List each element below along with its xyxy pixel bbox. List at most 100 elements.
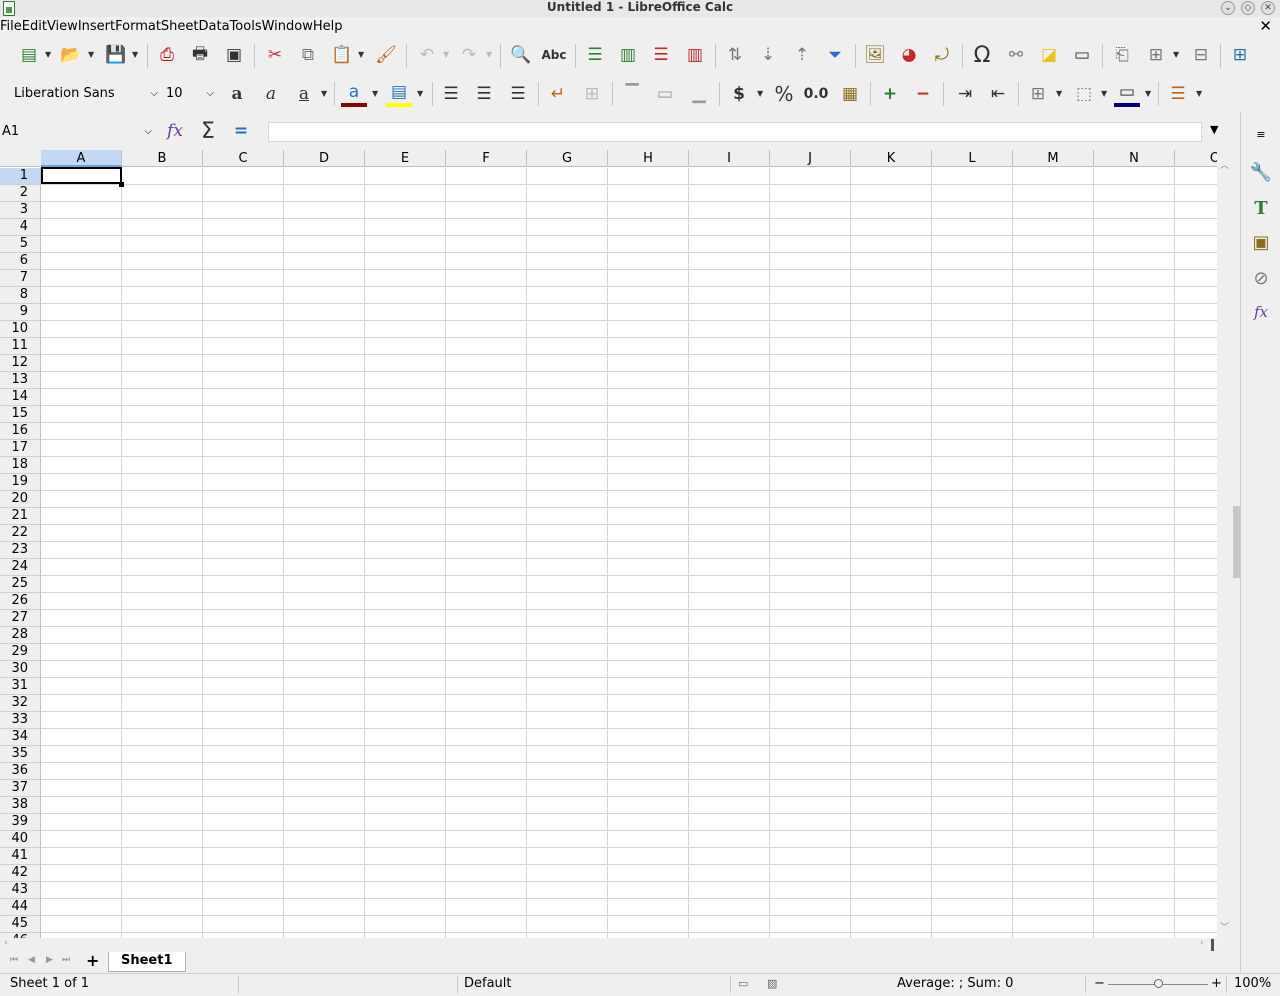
column-header-m[interactable]: M — [1013, 150, 1094, 167]
next-sheet-icon[interactable]: ▶ — [46, 955, 53, 965]
align-right-icon[interactable]: ☰ — [505, 81, 531, 107]
row-header-42[interactable]: 42 — [0, 865, 40, 882]
cut-icon[interactable]: ✂ — [262, 42, 288, 68]
open-icon[interactable]: 📂 — [58, 42, 84, 68]
row-header-31[interactable]: 31 — [0, 678, 40, 695]
row-header-45[interactable]: 45 — [0, 916, 40, 933]
percent-format-icon[interactable]: % — [771, 81, 797, 107]
row-header-27[interactable]: 27 — [0, 610, 40, 627]
row-header-3[interactable]: 3 — [0, 202, 40, 219]
row-header-18[interactable]: 18 — [0, 457, 40, 474]
font-color-icon[interactable]: a — [341, 81, 367, 107]
save-icon[interactable]: 💾 — [103, 42, 129, 68]
previous-sheet-icon[interactable]: ◀ — [28, 955, 35, 965]
border-style-icon[interactable]: ⬚ — [1071, 81, 1097, 107]
close-window-icon[interactable]: ✕ — [1261, 1, 1275, 15]
minimize-icon[interactable]: ⌄ — [1221, 1, 1235, 15]
row-header-20[interactable]: 20 — [0, 491, 40, 508]
menu-window[interactable]: Window — [262, 17, 313, 36]
row-header-32[interactable]: 32 — [0, 695, 40, 712]
row-header-11[interactable]: 11 — [0, 338, 40, 355]
bold-icon[interactable]: a — [224, 81, 250, 107]
border-style-dropdown-icon[interactable]: ▼ — [1101, 81, 1109, 107]
conditional-dropdown-icon[interactable]: ▼ — [1196, 81, 1204, 107]
currency-dropdown-icon[interactable]: ▼ — [757, 81, 765, 107]
hyperlink-icon[interactable]: ⚯ — [1003, 42, 1029, 68]
row-header-40[interactable]: 40 — [0, 831, 40, 848]
expand-formula-bar-icon[interactable]: ▼ — [1210, 123, 1218, 136]
clone-formatting-icon[interactable]: 🖌 — [373, 42, 399, 68]
number-format-icon[interactable]: 0.0 — [803, 81, 829, 107]
last-sheet-icon[interactable]: ⏭ — [62, 955, 70, 965]
zoom-slider-thumb[interactable] — [1154, 979, 1163, 988]
scroll-left-icon[interactable]: ‹ — [4, 938, 8, 948]
increase-indent-icon[interactable]: ⇥ — [952, 81, 978, 107]
column-header-n[interactable]: N — [1094, 150, 1175, 167]
row-header-13[interactable]: 13 — [0, 372, 40, 389]
menu-tools[interactable]: Tools — [230, 17, 262, 36]
row-header-29[interactable]: 29 — [0, 644, 40, 661]
sidebar-collapse-handle[interactable] — [1233, 506, 1240, 578]
menu-file[interactable]: File — [0, 17, 22, 36]
font-color-dropdown-icon[interactable]: ▼ — [372, 81, 380, 107]
row-header-8[interactable]: 8 — [0, 287, 40, 304]
column-header-g[interactable]: G — [527, 150, 608, 167]
paste-dropdown-icon[interactable]: ▼ — [358, 42, 366, 68]
font-size-box[interactable]: 10 ⌵ — [162, 81, 216, 106]
copy-icon[interactable]: ⧉ — [295, 42, 321, 68]
decrease-indent-icon[interactable]: ⇤ — [985, 81, 1011, 107]
gallery-icon[interactable]: ▣ — [1249, 230, 1273, 254]
underline-icon[interactable]: a — [291, 81, 317, 107]
column-header-h[interactable]: H — [608, 150, 689, 167]
print-preview-icon[interactable]: ▣ — [221, 42, 247, 68]
formula-icon[interactable]: = — [228, 118, 254, 144]
freeze-dropdown-icon[interactable]: ▼ — [1173, 42, 1181, 68]
wrap-text-icon[interactable]: ↵ — [545, 81, 571, 107]
row-header-5[interactable]: 5 — [0, 236, 40, 253]
row-header-34[interactable]: 34 — [0, 729, 40, 746]
cell-area[interactable] — [41, 168, 1217, 938]
row-header-6[interactable]: 6 — [0, 253, 40, 270]
row-header-9[interactable]: 9 — [0, 304, 40, 321]
align-center-icon[interactable]: ☰ — [471, 81, 497, 107]
row-header-36[interactable]: 36 — [0, 763, 40, 780]
add-decimal-icon[interactable]: + — [877, 81, 903, 107]
menu-view[interactable]: View — [47, 17, 78, 36]
redo-dropdown-icon[interactable]: ▼ — [486, 42, 494, 68]
scroll-up-icon[interactable]: ︿ — [1220, 158, 1229, 171]
align-left-icon[interactable]: ☰ — [438, 81, 464, 107]
column-header-b[interactable]: B — [122, 150, 203, 167]
redo-icon[interactable]: ↷ — [456, 42, 482, 68]
column-header-f[interactable]: F — [446, 150, 527, 167]
row-header-1[interactable]: 1 — [0, 168, 40, 185]
conditional-format-icon[interactable]: ☰ — [1165, 81, 1191, 107]
row-header-26[interactable]: 26 — [0, 593, 40, 610]
row-header-41[interactable]: 41 — [0, 848, 40, 865]
menu-insert[interactable]: Insert — [78, 17, 115, 36]
styles-icon[interactable]: T — [1249, 196, 1273, 220]
row-header-24[interactable]: 24 — [0, 559, 40, 576]
background-color-icon[interactable]: ▤ — [386, 81, 412, 107]
autofilter-icon[interactable]: ⏷ — [822, 42, 848, 68]
selection-mode-icon[interactable]: ▭ — [738, 974, 748, 994]
row-header-16[interactable]: 16 — [0, 423, 40, 440]
row-header-43[interactable]: 43 — [0, 882, 40, 899]
function-wizard-icon[interactable]: fx — [162, 118, 188, 144]
underline-dropdown-icon[interactable]: ▼ — [321, 81, 329, 107]
properties-icon[interactable]: 🔧 — [1249, 160, 1273, 184]
first-sheet-icon[interactable]: ⏮ — [10, 955, 18, 965]
undo-dropdown-icon[interactable]: ▼ — [443, 42, 451, 68]
paste-icon[interactable]: 📋 — [329, 42, 355, 68]
borders-icon[interactable]: ⊞ — [1025, 81, 1051, 107]
center-vertically-icon[interactable]: ▭ — [652, 81, 678, 107]
background-color-dropdown-icon[interactable]: ▼ — [417, 81, 425, 107]
sort-ascending-icon[interactable]: ⇣ — [755, 42, 781, 68]
row-header-44[interactable]: 44 — [0, 899, 40, 916]
column-header-j[interactable]: J — [770, 150, 851, 167]
column-header-o[interactable]: O — [1175, 150, 1217, 167]
row-header-37[interactable]: 37 — [0, 780, 40, 797]
font-name-box[interactable]: Liberation Sans ⌵ — [10, 81, 160, 106]
row-header-22[interactable]: 22 — [0, 525, 40, 542]
align-top-icon[interactable]: ▔ — [619, 81, 645, 107]
row-header-33[interactable]: 33 — [0, 712, 40, 729]
